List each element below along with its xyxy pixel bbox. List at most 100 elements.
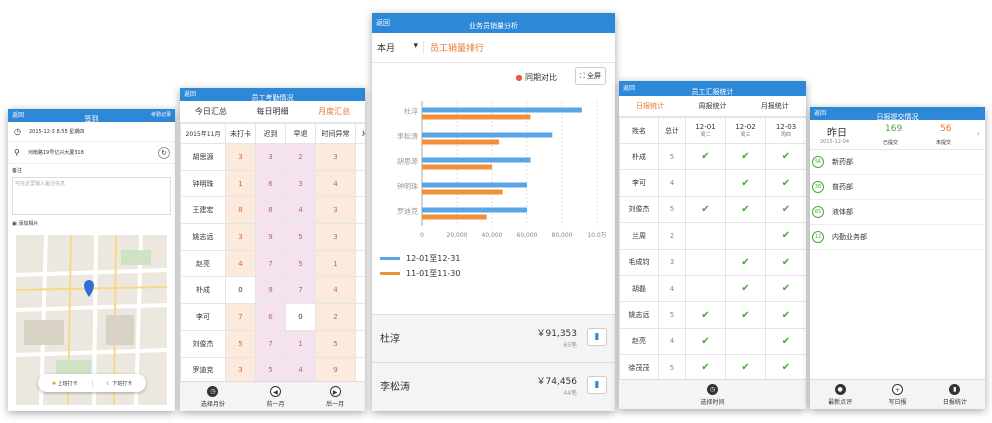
month-selector[interactable]: 本月 ▾: [372, 41, 424, 54]
table-header: 2015年11月 未打卡 迟到 早退 时间异常 地: [180, 123, 365, 144]
write-report-button[interactable]: + 写日报: [888, 383, 907, 406]
table-row: 姚志远 5 ✔ ✔ ✔: [619, 301, 806, 329]
column-header: 姓名: [619, 117, 659, 144]
fullscreen-button[interactable]: ⛶ 全屏: [574, 67, 606, 85]
report-nav-bar: 返回 员工汇报统计: [619, 81, 806, 96]
note-input[interactable]: 可在这里输入备注信息: [12, 177, 171, 215]
report-cell: [685, 274, 726, 303]
checkin-time: 2015-12-3 8:55 星期四: [28, 129, 85, 135]
back-button[interactable]: 返回: [376, 13, 390, 33]
attendance-cell: 4: [225, 249, 256, 278]
select-time-button[interactable]: ◷ 选择时间: [700, 383, 725, 406]
prev-month-button[interactable]: ◀ 前一月: [266, 385, 284, 408]
employee-name: 徐茂茂: [619, 354, 659, 382]
column-header: 12-01 周二: [685, 117, 726, 144]
fullscreen-label: 全屏: [587, 72, 601, 80]
employee-name: 赵亮: [180, 249, 226, 278]
attendance-cell: [355, 249, 365, 278]
clock-icon: ◷: [207, 385, 219, 397]
report-cell: ✔: [765, 274, 806, 303]
next-month-button[interactable]: ▶ 后一月: [326, 385, 344, 408]
back-button[interactable]: 返回: [184, 88, 196, 101]
attendance-cell: 0: [225, 276, 256, 305]
attendance-cell: [355, 303, 365, 331]
department-item[interactable]: 12 内勤业务部: [810, 225, 985, 250]
attendance-cell: 4: [285, 196, 316, 225]
check-in-label-wrap[interactable]: ✺ 上班打卡: [38, 380, 92, 387]
check-out-button[interactable]: ☾ 下班打卡: [91, 379, 147, 387]
sales-filter-row: 本月 ▾ 员工销量排行: [372, 33, 615, 63]
tab-monthly[interactable]: 月度汇总: [303, 106, 365, 117]
compare-toggle[interactable]: ● 同期对比: [515, 72, 557, 83]
legend-swatch: [380, 272, 400, 275]
tab-today[interactable]: 今日汇总: [180, 106, 242, 117]
attendance-record-link[interactable]: 考勤记录: [151, 109, 171, 122]
employee-name: 李可: [180, 303, 226, 331]
attendance-cell: 3: [255, 143, 286, 171]
attendance-cell: 7: [255, 249, 286, 278]
employee-name: 赵亮: [619, 327, 659, 356]
person-name: 杜淳: [380, 334, 400, 345]
back-button[interactable]: 返回: [12, 109, 24, 122]
back-button[interactable]: 返回: [623, 81, 635, 96]
select-month-button[interactable]: ◷ 选择月份: [201, 385, 225, 408]
report-cell: ✔: [725, 301, 766, 329]
unsubmitted-count: 56: [940, 124, 952, 134]
attendance-cell: 1: [225, 169, 256, 198]
table-row: 李可 4 ✔ ✔: [619, 169, 806, 197]
refresh-icon[interactable]: ↻: [158, 147, 170, 159]
note-label: 备注: [12, 168, 23, 174]
tab-weekly-stats[interactable]: 周报统计: [681, 101, 743, 111]
bar-chart-icon[interactable]: ▮: [587, 376, 607, 394]
employee-name: 钟明珠: [180, 169, 226, 198]
department-item[interactable]: 38 普药部: [810, 175, 985, 200]
ranking-item[interactable]: 李松涛 ￥74,456 44笔 ▮: [372, 363, 615, 411]
attendance-cell: 6: [255, 169, 286, 198]
check-icon: ✔: [781, 230, 791, 242]
department-count-badge: 38: [812, 181, 824, 193]
attendance-cell: 3: [315, 143, 356, 171]
report-cell: ✔: [725, 248, 766, 276]
submission-screen: 返回 日报提交情况 昨日 2015-12-04 169 已提交 56 未提交 ›…: [810, 107, 985, 409]
x-tick-label: 10.0万: [587, 232, 606, 239]
table-row: 胡思源 3 3 2 3: [180, 143, 365, 171]
submission-nav-bar: 返回 日报提交情况: [810, 107, 985, 121]
tab-daily-stats[interactable]: 日报统计: [619, 101, 681, 111]
month-label: 本月: [377, 44, 396, 54]
fullscreen-icon: ⛶: [579, 72, 587, 80]
tab-monthly-stats[interactable]: 月报统计: [744, 101, 806, 111]
person-count: 65笔: [563, 342, 577, 349]
bar-current: [422, 182, 527, 188]
department-item[interactable]: 65 液体部: [810, 200, 985, 225]
department-item[interactable]: 56 新药部: [810, 150, 985, 175]
add-photo-link[interactable]: ▣ 添加相片: [8, 215, 175, 227]
report-stats-button[interactable]: ▮ 日报统计: [943, 383, 967, 406]
bar-chart-icon[interactable]: ▮: [587, 328, 607, 346]
date-label: 2015-12-04: [820, 139, 850, 145]
tab-daily[interactable]: 每日明细: [242, 106, 304, 117]
map-view[interactable]: ✺ 上班打卡 ☾ 下班打卡: [16, 235, 167, 405]
check-icon: ✔: [741, 256, 750, 268]
sales-bar-chart: 0 20,000 40,000 60,000 80,000 10.0万 杜淳李松涛胡思源钟明…: [397, 101, 607, 239]
checkin-in-button[interactable]: ✺ 上班打卡 ☾ 下班打卡: [38, 374, 146, 392]
ranking-item[interactable]: 杜淳 ￥91,353 65笔 ▮: [372, 315, 615, 363]
table-row: 朴成 5 ✔ ✔ ✔: [619, 142, 806, 171]
legend-label: 12-01至12-31: [406, 254, 461, 263]
report-cell: [725, 222, 766, 250]
x-tick-label: 60,000: [517, 232, 538, 239]
latest-comments-button[interactable]: ● 最新点评: [828, 383, 852, 406]
table-row: 毛成钧 3 ✔ ✔: [619, 248, 806, 276]
column-header: 12-02 周三: [725, 117, 766, 144]
attendance-tabs: 今日汇总 每日明细 月度汇总: [180, 101, 365, 123]
report-cell: ✔: [685, 354, 726, 382]
report-cell: ✔: [685, 327, 726, 356]
chat-icon: ●: [834, 383, 846, 395]
table-row: 李可 7 6 0 2: [180, 303, 365, 331]
write-report-label: 写日报: [888, 398, 907, 406]
summary-row[interactable]: 昨日 2015-12-04 169 已提交 56 未提交 ›: [810, 120, 985, 150]
bar-previous: [422, 139, 499, 145]
back-button[interactable]: 返回: [814, 107, 826, 120]
attendance-bottom-bar: ◷ 选择月份 ◀ 前一月 ▶ 后一月: [180, 381, 365, 411]
report-cell: [685, 169, 726, 197]
employee-name: 兰周: [619, 222, 659, 250]
